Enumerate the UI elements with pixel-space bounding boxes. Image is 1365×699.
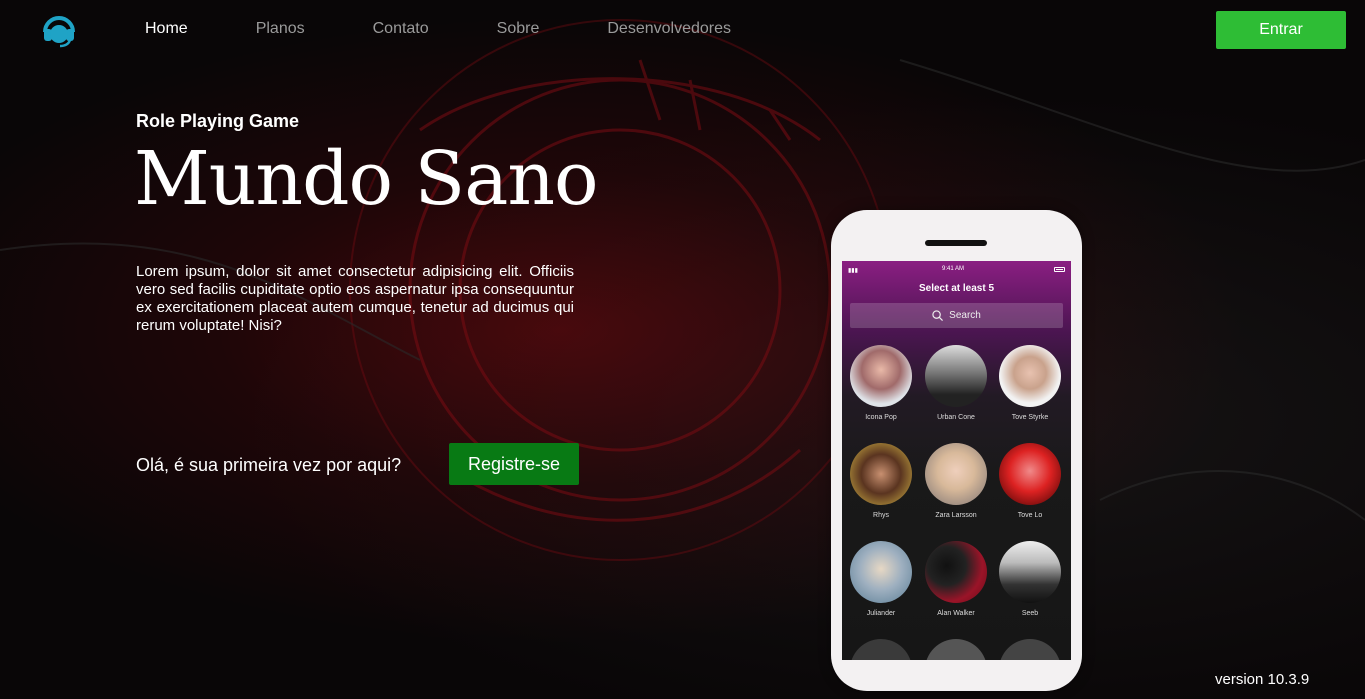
- register-button[interactable]: Registre-se: [449, 443, 579, 485]
- artist-card[interactable]: Alan Walker: [919, 541, 993, 617]
- artist-avatar-partial: [850, 639, 912, 660]
- search-placeholder: Search: [949, 310, 981, 321]
- top-navigation: Home Planos Contato Sobre Desenvolvedore…: [0, 0, 1365, 58]
- artist-avatar: [925, 541, 987, 603]
- artist-avatar: [850, 443, 912, 505]
- page-title: Mundo Sano: [134, 136, 599, 222]
- phone-search-input[interactable]: Search: [850, 303, 1063, 328]
- phone-speaker: [925, 240, 987, 246]
- enter-button[interactable]: Entrar: [1216, 11, 1346, 49]
- artist-name: Alan Walker: [937, 610, 975, 617]
- background-art: [0, 19, 1365, 561]
- artist-name: Zara Larsson: [935, 512, 977, 519]
- nav-link-contato[interactable]: Contato: [373, 20, 429, 38]
- artist-card[interactable]: Juliander: [844, 541, 918, 617]
- artist-avatar: [850, 345, 912, 407]
- first-visit-prompt: Olá, é sua primeira vez por aqui?: [136, 455, 402, 475]
- artist-avatar: [850, 541, 912, 603]
- nav-link-sobre[interactable]: Sobre: [497, 20, 540, 38]
- artist-avatar: [999, 541, 1061, 603]
- nav-link-home[interactable]: Home: [145, 20, 188, 38]
- artist-avatar: [999, 443, 1061, 505]
- artist-name: Tove Styrke: [1011, 414, 1049, 421]
- signal-icon: ▮▮▮: [848, 268, 858, 274]
- nav-link-desenvolvedores[interactable]: Desenvolvedores: [607, 20, 731, 38]
- artist-name: Juliander: [866, 610, 896, 617]
- battery-icon: [1054, 267, 1065, 272]
- artist-avatar: [925, 443, 987, 505]
- version-label: version 10.3.9: [1215, 671, 1310, 688]
- artist-card[interactable]: Tove Styrke: [993, 345, 1067, 421]
- artist-avatar-partial: [999, 639, 1061, 660]
- phone-mockup: ▮▮▮ 9:41 AM Select at least 5 Search Ico…: [831, 210, 1082, 691]
- artist-name: Rhys: [873, 512, 889, 519]
- nav-links: Home Planos Contato Sobre Desenvolvedore…: [145, 20, 799, 38]
- artist-name: Tove Lo: [1017, 512, 1043, 519]
- artist-card[interactable]: Zara Larsson: [919, 443, 993, 519]
- phone-screen: ▮▮▮ 9:41 AM Select at least 5 Search Ico…: [842, 261, 1071, 660]
- artist-avatar: [925, 345, 987, 407]
- hero-kicker: Role Playing Game: [136, 111, 300, 131]
- artist-card[interactable]: Tove Lo: [993, 443, 1067, 519]
- artist-name: Seeb: [1021, 610, 1039, 617]
- status-bar: ▮▮▮ 9:41 AM: [842, 265, 1071, 275]
- artist-avatar-partial: [925, 639, 987, 660]
- artist-card[interactable]: Urban Cone: [919, 345, 993, 421]
- status-time: 9:41 AM: [942, 266, 965, 272]
- artist-card[interactable]: Seeb: [993, 541, 1067, 617]
- artist-card[interactable]: Rhys: [844, 443, 918, 519]
- nav-link-planos[interactable]: Planos: [256, 20, 305, 38]
- hero-description: Lorem ipsum, dolor sit amet consectetur …: [136, 263, 574, 334]
- search-icon: [932, 310, 944, 321]
- artist-name: Urban Cone: [937, 414, 975, 421]
- headset-icon[interactable]: [40, 12, 78, 48]
- artist-card[interactable]: Icona Pop: [844, 345, 918, 421]
- artist-name: Icona Pop: [865, 414, 897, 421]
- artist-avatar: [999, 345, 1061, 407]
- screen-title: Select at least 5: [918, 283, 995, 294]
